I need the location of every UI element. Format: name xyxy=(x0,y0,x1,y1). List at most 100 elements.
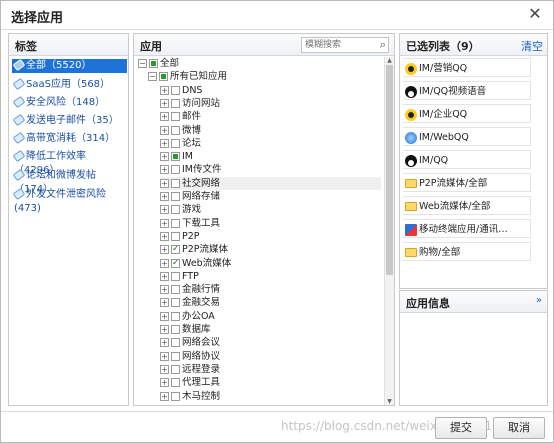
tree-checkbox[interactable] xyxy=(171,98,180,108)
selected-item[interactable]: IM/QQ视频语音 xyxy=(403,81,531,100)
tree-node[interactable]: + P2P流媒体 xyxy=(160,243,381,256)
selected-item[interactable]: P2P流媒体/全部 xyxy=(403,173,531,192)
tree-checkbox[interactable] xyxy=(171,351,180,361)
tree-node[interactable]: + 金融行情 xyxy=(160,283,381,296)
tree-checkbox[interactable] xyxy=(171,138,180,148)
tree-checkbox[interactable] xyxy=(171,257,180,270)
tree-node[interactable]: + 访问网站 xyxy=(160,97,381,110)
tree-node[interactable]: + 办公OA xyxy=(160,310,381,323)
close-icon[interactable]: ✕ xyxy=(527,6,543,22)
expand-icon[interactable]: + xyxy=(160,85,169,95)
expand-icon[interactable]: + xyxy=(160,298,169,308)
expand-icon[interactable]: + xyxy=(160,98,169,108)
expand-icon[interactable]: + xyxy=(160,112,169,122)
selected-item[interactable]: 移动终端应用/通讯… xyxy=(403,219,531,238)
clear-button[interactable]: 清空 xyxy=(521,38,543,54)
tree-node[interactable]: + 论坛 xyxy=(160,137,381,150)
tree-checkbox[interactable] xyxy=(171,364,180,374)
tree-checkbox[interactable] xyxy=(171,112,180,122)
collapse-chevron-icon[interactable]: » xyxy=(536,295,542,306)
search-icon[interactable]: ⌕ xyxy=(380,38,386,52)
tree-checkbox[interactable] xyxy=(171,218,180,228)
tree-checkbox[interactable] xyxy=(159,72,168,82)
expand-icon[interactable]: + xyxy=(160,271,169,281)
expand-icon[interactable]: + xyxy=(160,205,169,215)
tree-node[interactable]: + 代理工具 xyxy=(160,376,381,389)
expand-icon[interactable]: + xyxy=(160,245,169,255)
expand-icon[interactable]: + xyxy=(160,125,169,135)
expand-icon[interactable]: + xyxy=(160,391,169,401)
collapse-icon[interactable]: − xyxy=(138,59,147,68)
tree-checkbox[interactable] xyxy=(171,125,180,135)
expand-icon[interactable]: + xyxy=(160,165,169,175)
tree-node[interactable]: + IM xyxy=(160,150,381,163)
scroll-down-icon[interactable]: ▼ xyxy=(386,398,393,405)
tree-node[interactable]: + 邮件 xyxy=(160,110,381,123)
tree-node[interactable]: + 微博 xyxy=(160,124,381,137)
category-item[interactable]: SaaS应用（568） xyxy=(12,77,127,92)
tree-checkbox[interactable] xyxy=(171,152,180,162)
tree-node[interactable]: + 金融交易 xyxy=(160,296,381,309)
expand-icon[interactable]: + xyxy=(160,218,169,228)
tree-checkbox[interactable] xyxy=(171,85,180,95)
tree-node[interactable]: + DNS xyxy=(160,84,381,97)
category-item[interactable]: 发送电子邮件（35） xyxy=(12,113,127,128)
tree-node[interactable]: + 数据库 xyxy=(160,323,381,336)
scroll-up-icon[interactable]: ▲ xyxy=(386,57,393,64)
selected-item[interactable]: IM/QQ xyxy=(403,150,531,169)
tree-checkbox[interactable] xyxy=(171,205,180,215)
cancel-button[interactable]: 取消 xyxy=(493,417,545,439)
tree-node[interactable]: + 游戏 xyxy=(160,203,381,216)
expand-icon[interactable]: + xyxy=(160,192,169,201)
expand-icon[interactable]: + xyxy=(160,178,169,188)
expand-icon[interactable]: + xyxy=(160,258,169,268)
category-item[interactable]: 全部（5520） xyxy=(12,58,127,73)
tree-node[interactable]: + 社交网络 xyxy=(160,176,381,190)
category-item[interactable]: 安全风险（148） xyxy=(12,95,127,110)
expand-icon[interactable]: + xyxy=(160,364,169,374)
collapse-icon[interactable]: − xyxy=(148,72,157,82)
tree-checkbox[interactable] xyxy=(171,298,180,308)
expand-icon[interactable]: + xyxy=(160,378,169,388)
tree-node[interactable]: + 木马控制 xyxy=(160,390,381,403)
tree-checkbox[interactable] xyxy=(149,59,158,68)
tree-node[interactable]: + 下载工具 xyxy=(160,217,381,230)
expand-icon[interactable]: + xyxy=(160,138,169,148)
tree-checkbox[interactable] xyxy=(171,311,180,321)
selected-item[interactable]: IM/企业QQ xyxy=(403,104,531,123)
selected-item[interactable]: 购物/全部 xyxy=(403,242,531,261)
tree-checkbox[interactable] xyxy=(171,243,180,256)
tree-checkbox[interactable] xyxy=(171,165,180,175)
expand-icon[interactable]: + xyxy=(160,231,169,241)
tree-node[interactable]: − 全部 xyxy=(138,57,381,70)
search-box[interactable]: ⌕ xyxy=(301,37,389,53)
scroll-thumb[interactable] xyxy=(386,65,393,275)
expand-icon[interactable]: + xyxy=(160,325,169,334)
selected-item[interactable]: Web流媒体/全部 xyxy=(403,196,531,215)
tree-checkbox[interactable] xyxy=(171,325,180,334)
tree-checkbox[interactable] xyxy=(171,285,180,295)
tree-node[interactable]: + IM传文件 xyxy=(160,163,381,176)
tree-node[interactable]: + FTP xyxy=(160,270,381,283)
tree-scrollbar[interactable]: ▲ ▼ xyxy=(384,57,394,405)
tree-node[interactable]: + 网络会议 xyxy=(160,336,381,349)
tree-checkbox[interactable] xyxy=(171,271,180,281)
selected-item[interactable]: IM/营销QQ xyxy=(403,58,531,77)
tree-node[interactable]: + 远程登录 xyxy=(160,363,381,376)
expand-icon[interactable]: + xyxy=(160,351,169,361)
selected-item[interactable]: IM/WebQQ xyxy=(403,127,531,146)
tree-checkbox[interactable] xyxy=(171,391,180,401)
expand-icon[interactable]: + xyxy=(160,338,169,348)
expand-icon[interactable]: + xyxy=(160,285,169,295)
tree-node[interactable]: + 网络存储 xyxy=(160,190,381,203)
tree-checkbox[interactable] xyxy=(171,178,180,188)
tree-node[interactable]: + 网络协议 xyxy=(160,350,381,363)
submit-button[interactable]: 提交 xyxy=(435,417,487,439)
tree-checkbox[interactable] xyxy=(171,231,180,241)
expand-icon[interactable]: + xyxy=(160,311,169,321)
tree-checkbox[interactable] xyxy=(171,192,180,201)
category-item[interactable]: 外发文件泄密风险 (473) xyxy=(12,187,127,216)
tree-node[interactable]: + P2P xyxy=(160,230,381,243)
search-input[interactable] xyxy=(305,39,373,51)
category-item[interactable]: 高带宽消耗（314） xyxy=(12,131,127,146)
